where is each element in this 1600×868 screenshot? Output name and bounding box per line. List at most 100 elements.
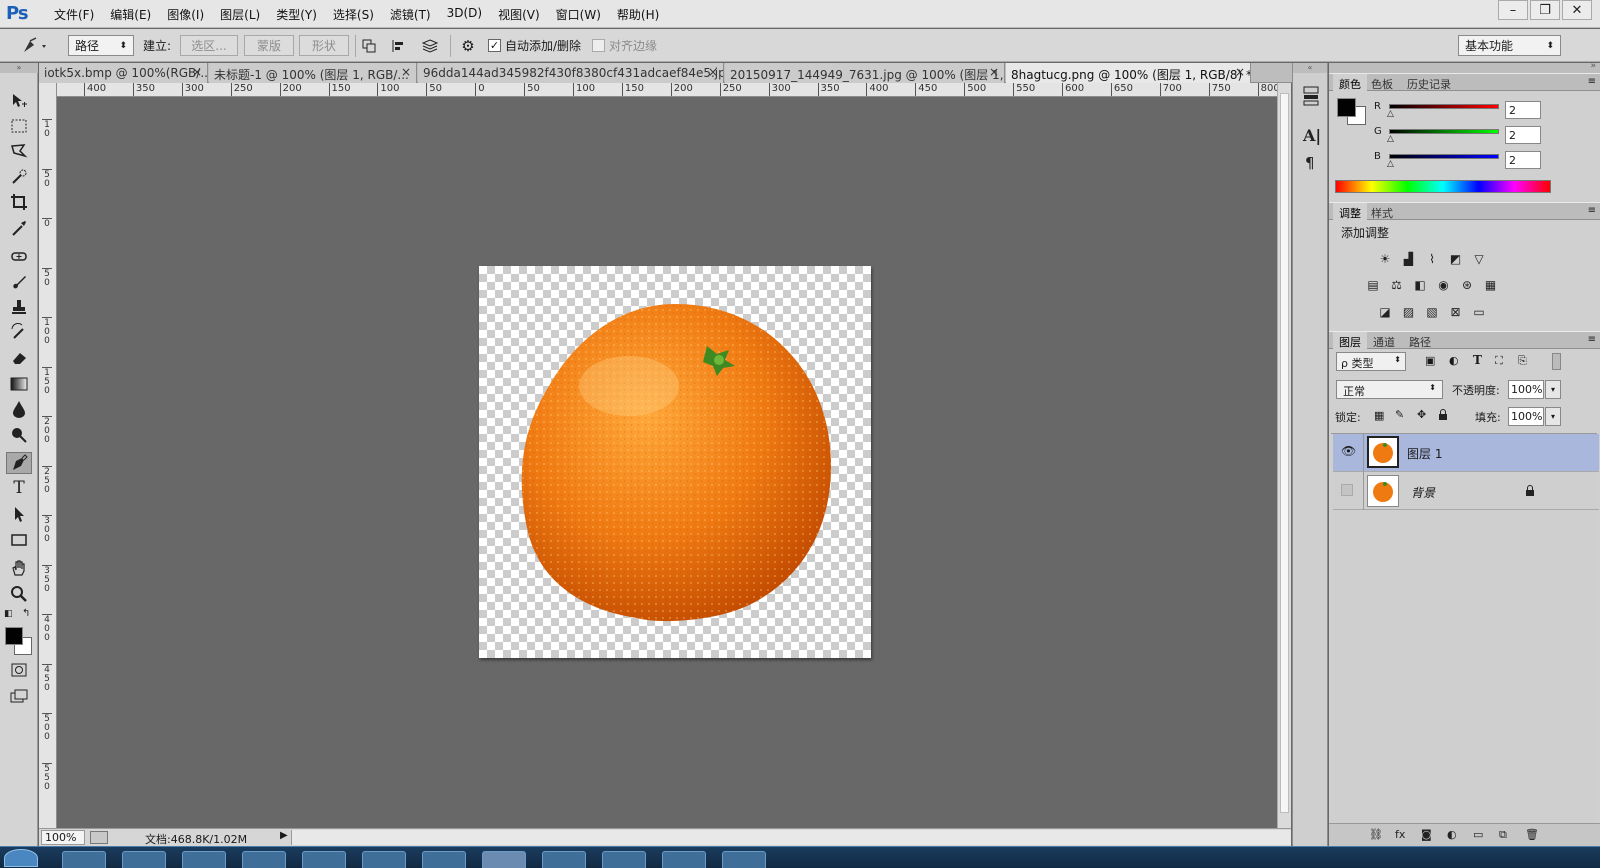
menu-item[interactable]: 类型(Y) xyxy=(268,6,325,23)
fx-icon[interactable]: fx xyxy=(1395,828,1405,841)
zoom-level-field[interactable]: 100% xyxy=(41,830,85,845)
type-tool-icon[interactable]: T xyxy=(6,477,32,499)
pen-tool-preset-icon[interactable] xyxy=(20,35,56,56)
trash-icon[interactable]: 🗑 xyxy=(1525,828,1539,841)
eraser-tool-icon[interactable] xyxy=(6,347,32,369)
collapse-tools-icon[interactable]: » xyxy=(0,63,38,73)
red-slider[interactable] xyxy=(1389,104,1499,109)
tab-paths[interactable]: 路径 xyxy=(1403,332,1437,350)
slider-handle-icon[interactable]: △ xyxy=(1387,134,1394,144)
filter-toggle-switch[interactable] xyxy=(1552,353,1561,370)
invert-icon[interactable]: ◪ xyxy=(1377,304,1393,320)
menu-item[interactable]: 窗口(W) xyxy=(548,6,609,23)
menu-item[interactable]: 图层(L) xyxy=(212,6,268,23)
close-tab-icon[interactable]: × xyxy=(1235,65,1245,79)
screen-mode-icon[interactable] xyxy=(6,685,32,707)
status-options-icon[interactable] xyxy=(90,831,108,844)
gradient-triangle-icon[interactable]: ▽ xyxy=(1471,251,1487,267)
healing-brush-tool-icon[interactable] xyxy=(6,245,32,267)
menu-item[interactable]: 文件(F) xyxy=(46,6,102,23)
brush-tool-icon[interactable] xyxy=(6,271,32,293)
canvas-area[interactable] xyxy=(58,98,1277,828)
pen-tool-icon[interactable] xyxy=(6,452,32,474)
collapse-strip-icon[interactable]: « xyxy=(1293,63,1327,73)
taskbar-app-icon[interactable] xyxy=(302,851,346,868)
pen-mode-dropdown[interactable]: 路径 ⬍ xyxy=(68,35,134,56)
close-tab-icon[interactable]: × xyxy=(708,65,718,79)
fill-field[interactable]: 100% xyxy=(1508,407,1544,426)
marquee-tool-icon[interactable] xyxy=(6,115,32,137)
swap-colors-icon[interactable]: ↰ xyxy=(22,608,30,619)
tab-channels[interactable]: 通道 xyxy=(1367,332,1401,350)
panel-menu-icon[interactable]: ≡ xyxy=(1588,76,1596,87)
image-document[interactable] xyxy=(479,266,871,658)
filter-pixel-icon[interactable]: ▣ xyxy=(1425,354,1435,367)
dodge-tool-icon[interactable] xyxy=(6,424,32,446)
tab-adjustments[interactable]: 调整 xyxy=(1333,203,1367,221)
channel-mixer-icon[interactable]: ⊛ xyxy=(1459,277,1475,293)
doc-tab[interactable]: 未标题-1 @ 100% (图层 1, RGB/... × xyxy=(209,63,417,83)
taskbar-app-icon[interactable] xyxy=(242,851,286,868)
blend-mode-dropdown[interactable]: 正常 ⬍ xyxy=(1336,380,1443,399)
taskbar-app-icon[interactable] xyxy=(62,851,106,868)
lasso-tool-icon[interactable] xyxy=(6,140,32,162)
layer-name[interactable]: 背景 xyxy=(1411,484,1435,501)
green-value-field[interactable]: 2 xyxy=(1505,126,1541,144)
adjustment-icon[interactable]: ◐ xyxy=(1447,828,1457,841)
taskbar-app-icon[interactable] xyxy=(482,851,526,868)
red-value-field[interactable]: 2 xyxy=(1505,101,1541,119)
panel-menu-icon[interactable]: ≡ xyxy=(1588,334,1596,345)
filter-type-icon[interactable]: T xyxy=(1473,353,1482,367)
taskbar-app-icon[interactable] xyxy=(362,851,406,868)
blur-tool-icon[interactable] xyxy=(6,398,32,420)
tab-color[interactable]: 颜色 xyxy=(1333,74,1367,92)
menu-item[interactable]: 帮助(H) xyxy=(609,6,667,23)
vibrance-icon[interactable]: ▤ xyxy=(1365,277,1381,293)
curves-icon[interactable]: ⌇ xyxy=(1424,251,1440,267)
default-colors-icon[interactable]: ◧ xyxy=(4,609,13,619)
foreground-color-chip[interactable] xyxy=(1337,98,1356,117)
doc-tab[interactable]: iotk5x.bmp @ 100%(RGB/... × xyxy=(39,63,208,83)
lock-position-icon[interactable]: ✥ xyxy=(1417,408,1426,421)
close-tab-icon[interactable]: × xyxy=(401,65,411,79)
color-spectrum-bar[interactable] xyxy=(1335,180,1551,193)
close-tab-icon[interactable]: × xyxy=(192,65,202,79)
layer-thumbnail[interactable] xyxy=(1367,475,1399,507)
blue-value-field[interactable]: 2 xyxy=(1505,151,1541,169)
rectangle-tool-icon[interactable] xyxy=(6,529,32,551)
black-white-icon[interactable]: ◧ xyxy=(1412,277,1428,293)
panel-dock-header[interactable]: » xyxy=(1329,61,1600,73)
paragraph-panel-icon[interactable]: ¶ xyxy=(1305,154,1315,172)
levels-icon[interactable]: ▟ xyxy=(1401,251,1417,267)
make-mask-button[interactable]: 蒙版 xyxy=(244,35,294,56)
clone-stamp-tool-icon[interactable] xyxy=(6,296,32,318)
menu-item[interactable]: 图像(I) xyxy=(159,6,212,23)
lock-all-icon[interactable] xyxy=(1438,409,1447,420)
layer-name[interactable]: 图层 1 xyxy=(1407,445,1442,462)
visibility-toggle-off[interactable] xyxy=(1341,484,1353,496)
mask-icon[interactable]: ◙ xyxy=(1421,828,1432,841)
path-arrangement-icon[interactable] xyxy=(420,35,440,56)
menu-item[interactable]: 选择(S) xyxy=(325,6,382,23)
menu-item[interactable]: 滤镜(T) xyxy=(382,6,439,23)
doc-tab[interactable]: 96dda144ad345982f430f8380cf431adcaef84e5… xyxy=(418,63,724,83)
quick-selection-tool-icon[interactable] xyxy=(6,166,32,188)
slider-handle-icon[interactable]: △ xyxy=(1387,109,1394,119)
new-layer-icon[interactable]: ⧉ xyxy=(1499,828,1507,842)
tab-layers[interactable]: 图层 xyxy=(1333,332,1367,350)
lock-transparent-icon[interactable]: ▦ xyxy=(1374,409,1384,422)
start-button[interactable] xyxy=(4,849,38,867)
character-panel-icon[interactable]: A| xyxy=(1303,126,1321,145)
slider-handle-icon[interactable]: △ xyxy=(1387,159,1394,169)
restore-button[interactable]: ❐ xyxy=(1530,0,1560,20)
taskbar-app-icon[interactable] xyxy=(602,851,646,868)
lock-pixels-brush-icon[interactable]: ✎ xyxy=(1395,408,1404,421)
close-tab-icon[interactable]: × xyxy=(989,65,999,79)
taskbar-app-icon[interactable] xyxy=(182,851,226,868)
group-icon[interactable]: ▭ xyxy=(1473,828,1483,841)
foreground-color-swatch[interactable] xyxy=(5,627,23,645)
taskbar-app-icon[interactable] xyxy=(542,851,586,868)
exposure-icon[interactable]: ◩ xyxy=(1448,251,1464,267)
eyedropper-tool-icon[interactable] xyxy=(6,217,32,239)
tab-styles[interactable]: 样式 xyxy=(1365,203,1399,221)
